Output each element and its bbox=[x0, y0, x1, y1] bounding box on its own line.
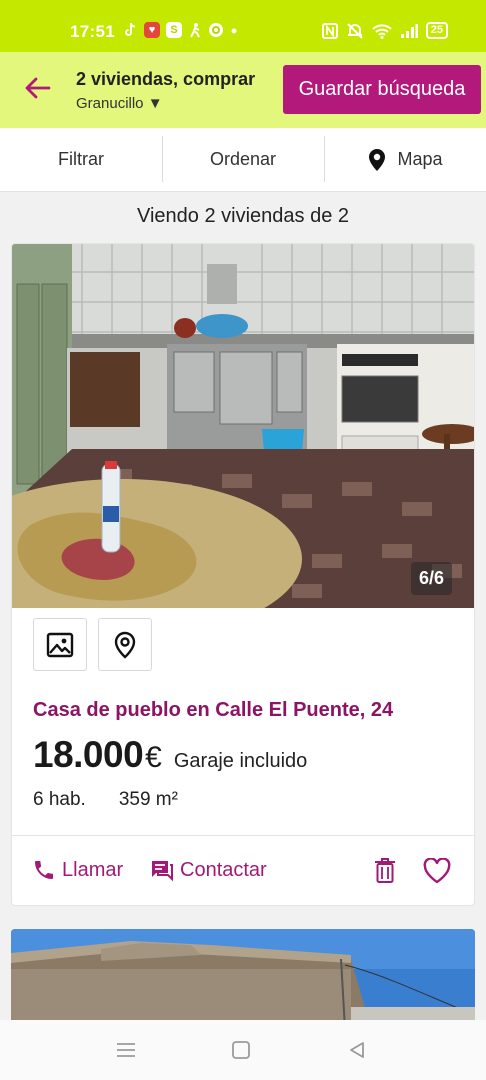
map-label: Mapa bbox=[397, 149, 443, 169]
call-label: Llamar bbox=[62, 858, 124, 881]
tiktok-icon bbox=[125, 22, 136, 36]
system-nav-bar bbox=[0, 1020, 486, 1080]
app-header: 2 viviendas, comprar Granucillo ▼ Guarda… bbox=[0, 52, 486, 128]
back-icon[interactable] bbox=[345, 1040, 369, 1060]
heart-icon bbox=[423, 858, 451, 884]
signal-icon bbox=[400, 23, 418, 38]
phone-icon bbox=[35, 861, 53, 879]
area: 359 m² bbox=[118, 789, 178, 810]
chat-icon bbox=[152, 861, 173, 882]
listing-features: 6 hab. 359 m² bbox=[33, 789, 178, 811]
photo-counter: 6/6 bbox=[410, 562, 452, 595]
battery-icon: 25 bbox=[425, 22, 448, 39]
search-title: 2 viviendas, comprar bbox=[76, 69, 256, 89]
price-line: 18.000 € Garaje incluido bbox=[33, 734, 307, 776]
listing-card[interactable]: 6/6 Casa de pueblo en Calle El Puente, 2… bbox=[11, 243, 475, 906]
location-selector[interactable]: Granucillo ▼ bbox=[76, 95, 163, 112]
s-icon: S bbox=[166, 22, 182, 38]
listing-price: 18.000 bbox=[33, 734, 144, 775]
contact-label: Contactar bbox=[180, 858, 267, 881]
results-count: Viendo 2 viviendas de 2 bbox=[136, 205, 349, 227]
map-pin-icon bbox=[369, 148, 386, 171]
listing-photo[interactable] bbox=[12, 244, 474, 608]
price-currency: € bbox=[145, 741, 162, 774]
wifi-icon bbox=[372, 23, 392, 39]
dot-icon bbox=[231, 28, 237, 34]
notification-icons: ♥ S bbox=[122, 22, 238, 38]
menu-icon[interactable] bbox=[114, 1040, 138, 1060]
status-time: 17:51 bbox=[70, 22, 115, 41]
location-button[interactable] bbox=[98, 618, 152, 671]
gallery-button[interactable] bbox=[33, 618, 87, 671]
app-icon: ♥ bbox=[144, 22, 160, 38]
system-icons: 25 bbox=[321, 22, 448, 39]
listing-title[interactable]: Casa de pueblo en Calle El Puente, 24 bbox=[33, 699, 393, 722]
trash-icon bbox=[375, 858, 395, 883]
q-icon bbox=[209, 23, 223, 37]
sort-label: Ordenar bbox=[209, 149, 277, 169]
back-arrow-icon[interactable] bbox=[22, 72, 54, 104]
listing-photo-2[interactable] bbox=[11, 929, 475, 1029]
home-icon[interactable] bbox=[229, 1040, 253, 1060]
discard-button[interactable] bbox=[370, 856, 400, 886]
save-search-button[interactable]: Guardar búsqueda bbox=[283, 65, 481, 114]
favorite-button[interactable] bbox=[422, 856, 452, 886]
mute-icon bbox=[347, 22, 363, 39]
filter-button[interactable]: Filtrar bbox=[0, 128, 162, 191]
rooms: 6 hab. bbox=[33, 789, 86, 810]
nfc-icon bbox=[321, 22, 338, 39]
location-pin-icon bbox=[114, 631, 136, 659]
contact-button[interactable]: Contactar bbox=[150, 858, 267, 882]
status-bar: 17:51 ♥ S 25 bbox=[0, 0, 486, 52]
map-button[interactable]: Mapa bbox=[324, 128, 486, 191]
image-icon bbox=[46, 632, 74, 657]
call-button[interactable]: Llamar bbox=[32, 858, 123, 882]
price-extra: Garaje incluido bbox=[173, 750, 308, 772]
divider bbox=[12, 835, 474, 836]
results-toolbar: Filtrar Ordenar Mapa bbox=[0, 128, 486, 192]
figure-icon bbox=[190, 23, 200, 38]
filter-label: Filtrar bbox=[58, 149, 104, 169]
listing-card-2[interactable] bbox=[11, 929, 475, 1029]
sort-button[interactable]: Ordenar bbox=[162, 128, 324, 191]
